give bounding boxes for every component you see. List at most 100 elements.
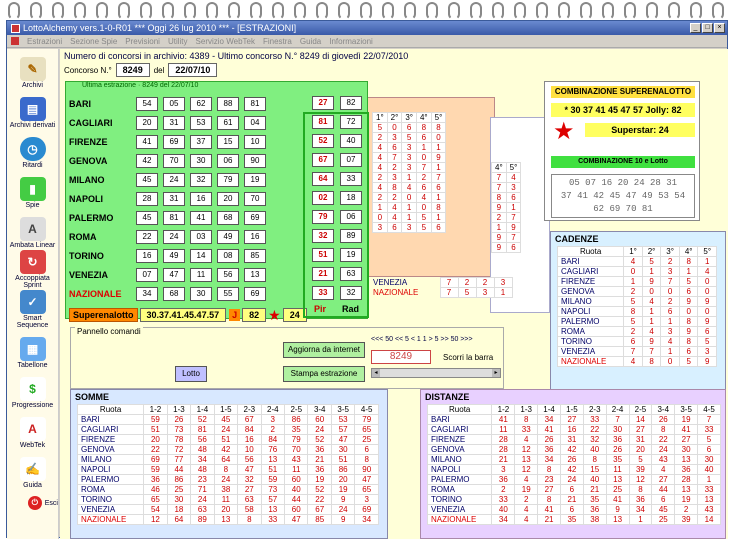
table-cell: 15 <box>582 464 607 475</box>
menu-sezione-spie[interactable]: Sezione Spie <box>70 37 117 46</box>
cadenze-panel: CADENZE Ruota 1° 2° 3° 4° 5° BARI 4 5 2 8 1 CAGLIAR… <box>550 231 726 393</box>
table-cell: 13 <box>213 514 239 525</box>
concorso-row: Concorso N.° 8249 del 22/07/10 <box>64 63 218 77</box>
pir-number: 33 <box>312 286 334 300</box>
table-row: GENOVA 2 0 0 6 0 <box>556 286 717 297</box>
table-cell: 7 <box>430 172 447 183</box>
table-cell: 1 <box>491 222 507 233</box>
rad-number: 07 <box>340 153 362 167</box>
sidebar-item-progressione[interactable]: $ Progressione <box>7 369 58 409</box>
table-cell: FIRENZE <box>426 434 493 445</box>
superenalotto-value: 30.37.41.45.47.57 <box>139 308 227 322</box>
sidebar-item-guida[interactable]: ✍ Guida <box>7 449 58 489</box>
column-header: 1° <box>372 112 388 123</box>
sidebar-item-esci[interactable]: ⏻ Esci <box>7 489 58 517</box>
table-row: TORINO 33 2 8 21 35 41 36 6 19 13 <box>426 494 721 505</box>
menu-finestra[interactable]: Finestra <box>263 37 292 46</box>
aggiorna-button[interactable]: Aggiorna da internet <box>283 342 365 358</box>
table-cell: 67 <box>237 414 262 425</box>
table-cell: 57 <box>260 494 286 505</box>
column-header: 1-2 <box>143 404 168 415</box>
menu-informazioni[interactable]: Informazioni <box>329 37 373 46</box>
sidebar-item-archivi-derivati[interactable]: ▤ Archivi derivati <box>7 89 58 129</box>
table-cell: 6 <box>505 242 522 253</box>
date-field[interactable]: 22/07/10 <box>168 63 218 77</box>
superenalotto-numbers: * 30 37 41 45 47 57 Jolly: 82 <box>551 103 695 117</box>
table-cell: NAPOLI <box>76 464 145 475</box>
table-cell: 53 <box>330 414 356 425</box>
sidebar-item-accoppiata-sprint[interactable]: ↻ Accoppiata Sprint <box>7 249 58 289</box>
stampa-button[interactable]: Stampa estrazione <box>283 366 365 382</box>
table-cell: 30 <box>697 454 721 465</box>
column-header: 3° <box>660 246 680 257</box>
lotto-button[interactable]: Lotto <box>175 366 207 382</box>
menu-guida[interactable]: Guida <box>300 37 321 46</box>
concorso-scrollbar[interactable]: ◂ ▸ <box>371 368 501 378</box>
table-cell: 1 <box>623 276 643 287</box>
table-cell: 34 <box>537 454 561 465</box>
table-cell: 11 <box>284 464 309 475</box>
menu-estrazioni[interactable]: Estrazioni <box>27 37 62 46</box>
table-cell: 3 <box>401 162 417 173</box>
table-cell: 2 <box>475 277 495 288</box>
menu-previsioni[interactable]: Previsioni <box>125 37 160 46</box>
table-cell: 36 <box>307 444 332 455</box>
table-cell: ROMA <box>556 326 625 337</box>
table-cell: 1 <box>678 266 699 277</box>
table-cell: 22 <box>582 424 607 435</box>
column-header: 4-5 <box>697 404 721 415</box>
table-row: 86 <box>491 192 522 203</box>
table-cell: 8 <box>678 256 699 267</box>
table-cell: 81 <box>190 424 215 435</box>
table-cell: 1 <box>660 346 680 357</box>
drawn-number: 19 <box>244 172 266 187</box>
notebook-spiral <box>0 0 736 22</box>
table-cell: 65 <box>354 484 379 495</box>
table-cell: 0 <box>623 266 643 277</box>
dollar-icon: $ <box>19 377 46 401</box>
close-button[interactable]: × <box>714 23 725 33</box>
table-cell: 8 <box>651 424 676 435</box>
table-row: ROMA 2 19 27 6 21 25 8 44 13 33 <box>426 484 721 495</box>
scroll-right-arrow-icon[interactable]: ▸ <box>492 369 500 377</box>
menu-servizio-webtek[interactable]: Servizio WebTek <box>196 37 255 46</box>
sidebar-item-spie[interactable]: ▮ Spie <box>7 169 58 209</box>
table-cell: 10 <box>237 444 262 455</box>
sidebar-item-smart-sequence[interactable]: ✓ Smart Sequence <box>7 289 58 329</box>
lotto10-numbers: 05 07 16 20 24 28 31 37 41 42 45 47 49 5… <box>551 174 695 218</box>
table-cell: 60 <box>284 474 309 485</box>
webtek-icon: A <box>19 417 46 441</box>
menu-utility[interactable]: Utility <box>168 37 188 46</box>
rad-number: 89 <box>340 229 362 243</box>
sidebar-item-webtek[interactable]: A WebTek <box>7 409 58 449</box>
concorso-field[interactable]: 8249 <box>115 63 150 77</box>
minimize-button[interactable]: _ <box>690 23 701 33</box>
table-cell: 24 <box>213 474 239 485</box>
table-row: MILANO 5 4 2 9 9 <box>556 296 717 307</box>
drawn-number: 81 <box>244 96 266 111</box>
column-header: 2-4 <box>605 404 630 415</box>
table-cell: 59 <box>143 464 168 475</box>
table-cell: 41 <box>537 424 561 435</box>
drawn-number: 79 <box>217 172 239 187</box>
sidebar-item-ambata-linear[interactable]: A Ambata Linear <box>7 209 58 249</box>
table-cell: MILANO <box>556 296 625 307</box>
table-cell: 4 <box>372 162 388 173</box>
table-cell: 8 <box>514 414 539 425</box>
drawn-number: 34 <box>136 286 158 301</box>
table-cell: 19 <box>514 484 539 495</box>
table-cell: 30 <box>674 444 699 455</box>
app-icon <box>11 23 20 33</box>
scroll-left-arrow-icon[interactable]: ◂ <box>372 369 380 377</box>
table-cell: VENEZIA <box>426 504 493 515</box>
table-row: VENEZIA 7 7 1 6 3 <box>556 346 717 357</box>
sidebar-item-ritardi[interactable]: ◷ Ritardi <box>7 129 58 169</box>
pir-number: 27 <box>312 96 334 110</box>
drawn-number: 14 <box>190 248 212 263</box>
sidebar-item-tabellone[interactable]: ▦ Tabellone <box>7 329 58 369</box>
wheel-name: NAPOLI <box>69 193 104 204</box>
sidebar-item-archivi[interactable]: ✎ Archivi <box>7 49 58 89</box>
table-cell: 3 <box>386 172 403 183</box>
maximize-button[interactable]: □ <box>702 23 713 33</box>
navigation-links[interactable]: <<< 50 << 5 < 1 1 > 5 >> 50 >>> <box>371 336 473 343</box>
